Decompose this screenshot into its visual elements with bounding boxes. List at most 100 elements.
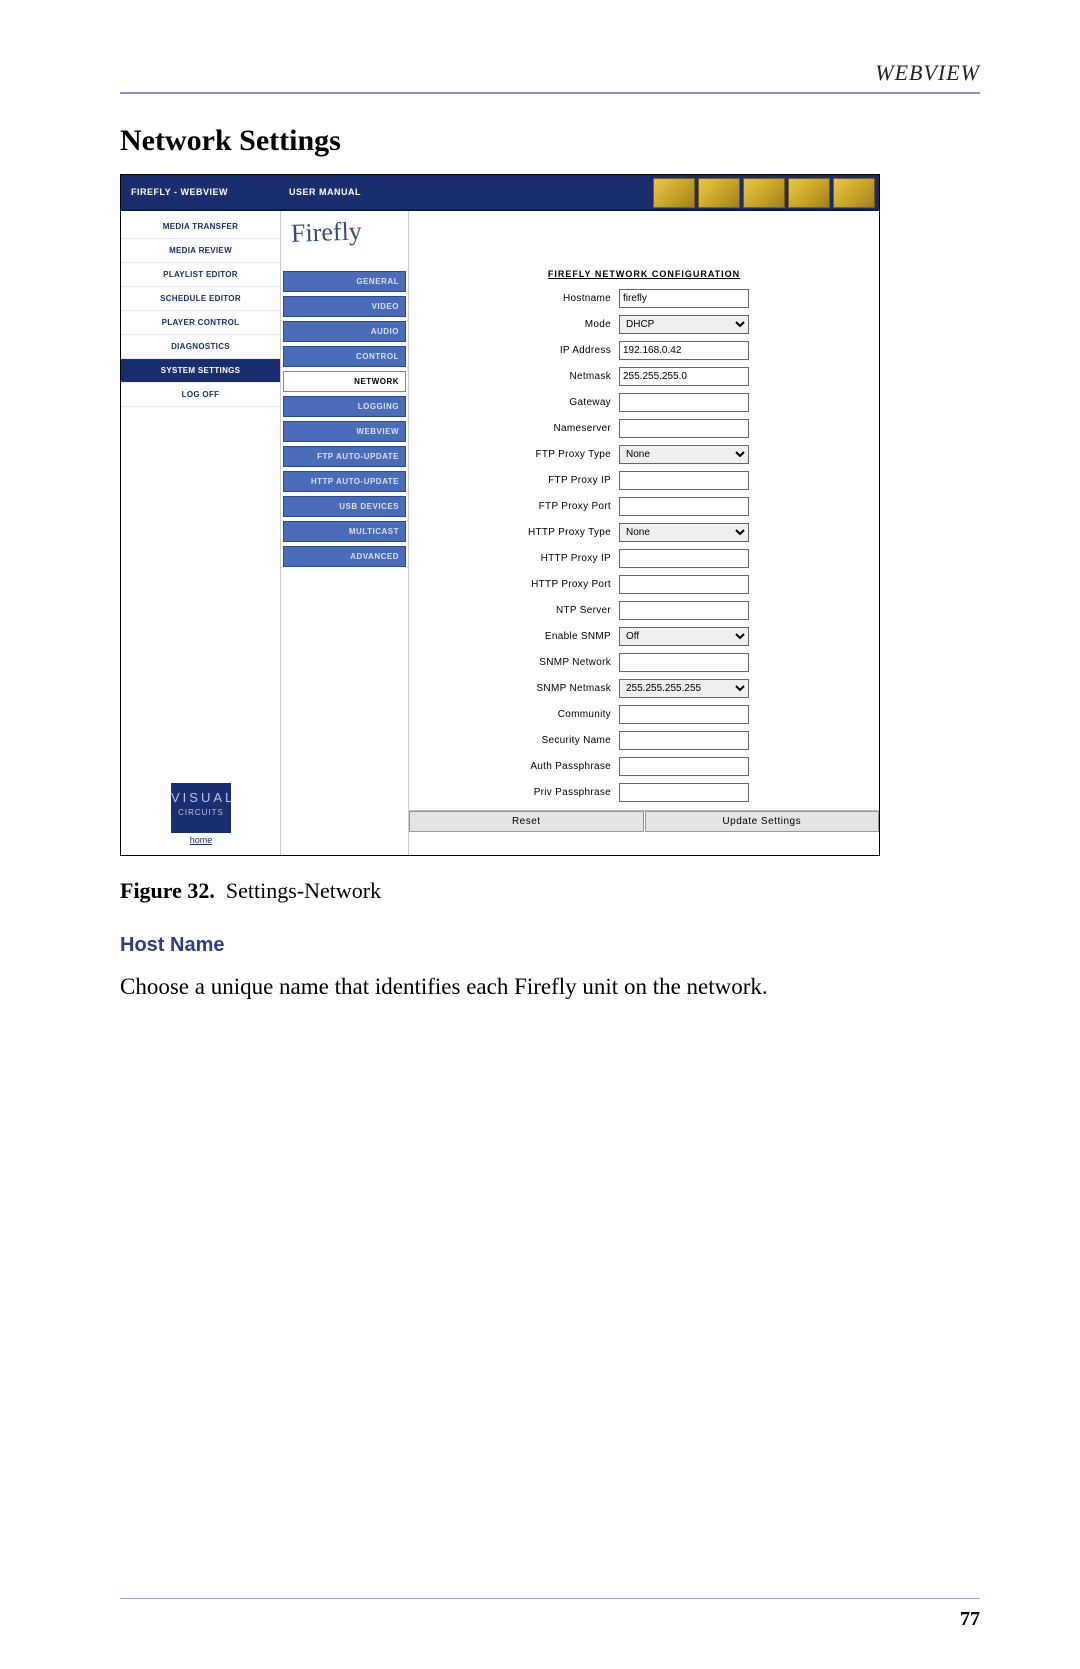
form-label: Security Name: [409, 735, 619, 746]
sub-nav-item[interactable]: USB DEVICES: [283, 496, 406, 517]
sub-nav-item[interactable]: MULTICAST: [283, 521, 406, 542]
body-text: Choose a unique name that identifies eac…: [120, 971, 980, 1002]
form-input[interactable]: [619, 419, 749, 438]
form-label: HTTP Proxy Port: [409, 579, 619, 590]
form-row: FTP Proxy TypeNone: [409, 445, 879, 464]
vc-home-link[interactable]: home: [171, 835, 231, 845]
form-input[interactable]: [619, 757, 749, 776]
sub-nav-item[interactable]: ADVANCED: [283, 546, 406, 567]
form-row: IP Address: [409, 341, 879, 360]
sub-nav-item[interactable]: FTP AUTO-UPDATE: [283, 446, 406, 467]
form-input[interactable]: [619, 731, 749, 750]
form-row: ModeDHCP: [409, 315, 879, 334]
form-input[interactable]: [619, 497, 749, 516]
top-bar: FIREFLY - WEBVIEW USER MANUAL: [121, 175, 879, 211]
vc-line2: CIRCUITS: [171, 807, 231, 818]
banner-tile: [788, 178, 830, 208]
form-row: Priv Passphrase: [409, 783, 879, 802]
form-input[interactable]: [619, 471, 749, 490]
sub-nav-item[interactable]: LOGGING: [283, 396, 406, 417]
form-label: Nameserver: [409, 423, 619, 434]
left-nav-item[interactable]: SYSTEM SETTINGS: [121, 359, 280, 383]
form-input[interactable]: [619, 549, 749, 568]
form-select[interactable]: Off: [619, 627, 749, 646]
form-input[interactable]: [619, 575, 749, 594]
form-rows: HostnameModeDHCPIP AddressNetmaskGateway…: [409, 289, 879, 802]
form-label: NTP Server: [409, 605, 619, 616]
form-row: NTP Server: [409, 601, 879, 620]
sub-nav-item[interactable]: AUDIO: [283, 321, 406, 342]
form-label: Priv Passphrase: [409, 787, 619, 798]
left-nav: MEDIA TRANSFERMEDIA REVIEWPLAYLIST EDITO…: [121, 211, 281, 855]
top-bar-mid: USER MANUAL: [281, 175, 409, 209]
left-nav-item[interactable]: MEDIA TRANSFER: [121, 215, 280, 239]
left-nav-item[interactable]: PLAYER CONTROL: [121, 311, 280, 335]
form-row: Community: [409, 705, 879, 724]
banner-tile: [653, 178, 695, 208]
form-label: Hostname: [409, 293, 619, 304]
form-input[interactable]: [619, 289, 749, 308]
screenshot-frame: FIREFLY - WEBVIEW USER MANUAL MEDIA TRAN…: [120, 174, 880, 856]
form-row: Hostname: [409, 289, 879, 308]
form-input[interactable]: [619, 705, 749, 724]
body-area: MEDIA TRANSFERMEDIA REVIEWPLAYLIST EDITO…: [121, 211, 879, 855]
form-label: FTP Proxy IP: [409, 475, 619, 486]
form-label: Mode: [409, 319, 619, 330]
form-title: FIREFLY NETWORK CONFIGURATION: [409, 269, 879, 279]
form-select[interactable]: 255.255.255.255: [619, 679, 749, 698]
form-input[interactable]: [619, 653, 749, 672]
form-select[interactable]: None: [619, 445, 749, 464]
form-label: FTP Proxy Type: [409, 449, 619, 460]
form-label: Netmask: [409, 371, 619, 382]
form-label: HTTP Proxy IP: [409, 553, 619, 564]
form-label: Gateway: [409, 397, 619, 408]
sub-nav-item[interactable]: WEBVIEW: [283, 421, 406, 442]
form-select[interactable]: None: [619, 523, 749, 542]
form-row: Security Name: [409, 731, 879, 750]
banner-tile: [743, 178, 785, 208]
sub-nav-item[interactable]: CONTROL: [283, 346, 406, 367]
form-input[interactable]: [619, 393, 749, 412]
sub-nav-item[interactable]: NETWORK: [283, 371, 406, 392]
header-rule: [120, 92, 980, 94]
form-input[interactable]: [619, 783, 749, 802]
sub-nav-item[interactable]: VIDEO: [283, 296, 406, 317]
header-label: WEBVIEW: [120, 60, 980, 86]
form-label: IP Address: [409, 345, 619, 356]
mid-column: Firefly GENERALVIDEOAUDIOCONTROLNETWORKL…: [281, 211, 409, 855]
vc-logo-box: VISUAL CIRCUITS: [171, 783, 231, 833]
form-input[interactable]: [619, 601, 749, 620]
form-row: Netmask: [409, 367, 879, 386]
left-nav-item[interactable]: PLAYLIST EDITOR: [121, 263, 280, 287]
form-label: Enable SNMP: [409, 631, 619, 642]
form-input[interactable]: [619, 367, 749, 386]
visual-circuits-logo[interactable]: VISUAL CIRCUITS home: [171, 783, 231, 845]
form-row: Auth Passphrase: [409, 757, 879, 776]
form-row: SNMP Network: [409, 653, 879, 672]
left-nav-item[interactable]: LOG OFF: [121, 383, 280, 407]
form-row: Enable SNMPOff: [409, 627, 879, 646]
form-label: Auth Passphrase: [409, 761, 619, 772]
form-row: FTP Proxy IP: [409, 471, 879, 490]
reset-button[interactable]: Reset: [409, 811, 644, 832]
sub-nav-item[interactable]: GENERAL: [283, 271, 406, 292]
banner-tile: [833, 178, 875, 208]
sub-nav-item[interactable]: HTTP AUTO-UPDATE: [283, 471, 406, 492]
left-nav-item[interactable]: MEDIA REVIEW: [121, 239, 280, 263]
sub-nav: GENERAL VIDEO AUDIO CONTROL NETWORK LOGGING WE…: [281, 269, 408, 573]
form-label: Community: [409, 709, 619, 720]
button-bar: Reset Update Settings: [409, 810, 879, 832]
form-select[interactable]: DHCP: [619, 315, 749, 334]
left-nav-item[interactable]: DIAGNOSTICS: [121, 335, 280, 359]
page-number: 77: [960, 1608, 980, 1631]
figure-caption: Figure 32. Settings-Network: [120, 878, 980, 904]
caption-prefix: Figure 32.: [120, 878, 215, 903]
form-row: HTTP Proxy TypeNone: [409, 523, 879, 542]
update-settings-button[interactable]: Update Settings: [645, 811, 880, 832]
top-bar-left: FIREFLY - WEBVIEW: [121, 175, 281, 209]
footer-rule: [120, 1598, 980, 1599]
form-area: FIREFLY NETWORK CONFIGURATION Hostname Mo…: [409, 211, 879, 855]
left-nav-item[interactable]: SCHEDULE EDITOR: [121, 287, 280, 311]
form-input[interactable]: [619, 341, 749, 360]
form-row: Nameserver: [409, 419, 879, 438]
